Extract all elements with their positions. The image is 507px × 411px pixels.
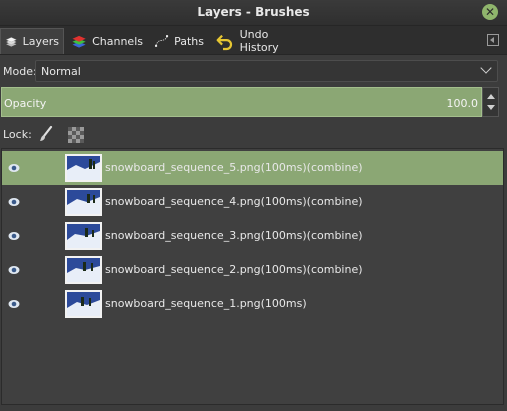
layer-thumbnail	[65, 222, 102, 250]
tab-label: Channels	[92, 34, 143, 48]
layer-name: snowboard_sequence_3.png(100ms)(combine)	[105, 229, 363, 242]
layers-icon	[5, 36, 17, 47]
layer-row[interactable]: snowboard_sequence_2.png(100ms)(combine)	[2, 253, 503, 287]
mode-value: Normal	[41, 65, 81, 78]
layer-row[interactable]: snowboard_sequence_4.png(100ms)(combine)	[2, 185, 503, 219]
checkerboard-icon[interactable]	[68, 127, 84, 143]
mode-select[interactable]: Normal	[35, 60, 498, 82]
chevron-down-icon	[480, 62, 492, 74]
eye-icon[interactable]	[8, 197, 20, 207]
eye-icon[interactable]	[8, 231, 20, 241]
dock-tabs: Layers Channels Paths Undo History	[0, 26, 507, 55]
tab-label: Paths	[174, 34, 204, 48]
layer-thumbnail	[65, 290, 102, 318]
tab-undo-history[interactable]: Undo History	[211, 28, 307, 54]
layer-row[interactable]: snowboard_sequence_1.png(100ms)	[2, 287, 503, 321]
layer-name: snowboard_sequence_2.png(100ms)(combine)	[105, 263, 363, 276]
tab-label: Undo History	[239, 28, 279, 54]
increment-icon[interactable]	[487, 94, 495, 99]
layer-row[interactable]: snowboard_sequence_5.png(100ms)(combine)	[2, 151, 503, 185]
channels-icon	[72, 35, 86, 48]
layer-thumbnail	[65, 188, 102, 216]
decrement-icon[interactable]	[487, 105, 495, 110]
title-bar: Layers - Brushes ✕	[0, 0, 507, 26]
layer-name: snowboard_sequence_4.png(100ms)(combine)	[105, 195, 363, 208]
layer-thumbnail	[65, 256, 102, 284]
opacity-value: 100.0	[446, 97, 479, 110]
eye-icon[interactable]	[8, 299, 20, 309]
opacity-stepper[interactable]	[482, 87, 499, 117]
eye-icon[interactable]	[8, 265, 20, 275]
mode-label: Mode:	[3, 65, 37, 78]
window-title: Layers - Brushes	[197, 5, 310, 19]
layer-thumbnail	[65, 154, 102, 182]
tab-paths[interactable]: Paths	[150, 28, 208, 54]
mode-row: Mode: Normal	[0, 60, 507, 84]
lock-label: Lock:	[3, 128, 32, 141]
paths-icon	[155, 35, 169, 47]
tab-menu-button[interactable]	[487, 34, 499, 46]
layer-name: snowboard_sequence_1.png(100ms)	[105, 297, 307, 310]
tab-label: Layers	[22, 35, 59, 48]
eye-icon[interactable]	[8, 163, 20, 173]
close-icon: ✕	[484, 5, 496, 19]
opacity-label: Opacity	[4, 97, 47, 110]
close-button[interactable]: ✕	[482, 4, 498, 20]
tab-channels[interactable]: Channels	[67, 28, 147, 54]
undo-icon	[216, 34, 233, 51]
layer-row[interactable]: snowboard_sequence_3.png(100ms)(combine)	[2, 219, 503, 253]
layer-name: snowboard_sequence_5.png(100ms)(combine)	[105, 161, 363, 174]
lock-row: Lock:	[0, 124, 507, 146]
tab-layers[interactable]: Layers	[0, 28, 64, 54]
brush-icon[interactable]	[38, 125, 54, 143]
opacity-slider[interactable]: Opacity 100.0	[1, 87, 482, 117]
layer-list: snowboard_sequence_5.png(100ms)(combine)…	[1, 148, 504, 405]
